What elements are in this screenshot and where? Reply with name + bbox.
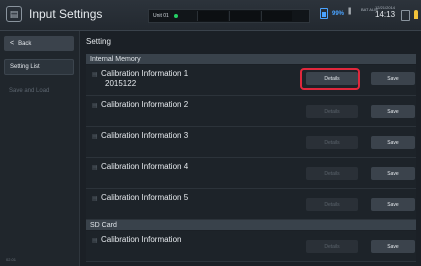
file-icon: ▤: [92, 196, 98, 202]
section-header-label: SD Card: [90, 221, 117, 229]
list-item: ▤ Calibration Information 2 Details Save: [86, 96, 416, 127]
save-button[interactable]: Save: [371, 198, 415, 211]
section-header-internal-memory: Internal Memory: [86, 54, 416, 64]
unit-label: Unit 01: [153, 13, 169, 19]
details-button[interactable]: Details: [306, 198, 358, 211]
input-settings-icon: ▤: [6, 6, 22, 22]
file-icon: ▤: [92, 134, 98, 140]
save-button[interactable]: Save: [371, 167, 415, 180]
save-button[interactable]: Save: [371, 72, 415, 85]
unit-status-dot: [173, 14, 178, 18]
clock: 12/21/2014 14:13: [375, 5, 395, 19]
pin-status: [414, 10, 418, 19]
unit-status-bar: Unit 01: [148, 9, 310, 23]
list-item: ▤ Calibration Information Details Save: [86, 231, 416, 262]
sidebar-item-label: Save and Load: [9, 88, 50, 94]
battery-status: 99%: [320, 8, 344, 19]
save-button[interactable]: Save: [371, 136, 415, 149]
sd-card-icon: [401, 10, 410, 21]
save-button[interactable]: Save: [371, 240, 415, 253]
details-button[interactable]: Details: [306, 136, 358, 149]
row-name: Calibration Information 5: [101, 193, 189, 202]
title-area: ▤ Input Settings: [6, 6, 102, 22]
signal-status: |||: [348, 8, 352, 15]
battery-icon: [320, 8, 328, 19]
time-text: 14:13: [375, 10, 396, 19]
sidebar: < Back Setting List Save and Load 02.01: [0, 31, 80, 266]
file-icon: ▤: [92, 103, 98, 109]
row-name: Calibration Information 1: [101, 69, 189, 78]
back-button[interactable]: < Back: [4, 36, 74, 51]
main-title: Setting: [86, 37, 111, 46]
back-label: Back: [18, 40, 32, 47]
title-bar: ▤ Input Settings Unit 01 99% ||| BAT ALM…: [0, 0, 421, 31]
chevron-left-icon: <: [10, 40, 15, 47]
file-icon: ▤: [92, 165, 98, 171]
sidebar-item-save-and-load[interactable]: Save and Load: [4, 83, 74, 99]
row-value: 2015122: [105, 79, 137, 88]
details-button[interactable]: Details: [306, 72, 358, 85]
version-text: 02.01: [6, 257, 17, 262]
row-name: Calibration Information 4: [101, 162, 189, 171]
unit-segment: [197, 11, 228, 21]
unit-segment: [229, 11, 260, 21]
details-button[interactable]: Details: [306, 167, 358, 180]
sidebar-item-setting-list[interactable]: Setting List: [4, 59, 74, 75]
file-icon: ▤: [92, 72, 98, 78]
save-button[interactable]: Save: [371, 105, 415, 118]
row-name: Calibration Information: [101, 235, 182, 244]
sidebar-item-label: Setting List: [10, 64, 40, 70]
page-title: Input Settings: [29, 7, 103, 21]
unit-segment: [261, 11, 292, 21]
file-icon: ▤: [92, 238, 98, 244]
row-name: Calibration Information 3: [101, 131, 189, 140]
details-button[interactable]: Details: [306, 240, 358, 253]
details-button[interactable]: Details: [306, 105, 358, 118]
main-panel: Setting Internal Memory ▤ Calibration In…: [80, 31, 421, 266]
battery-value: 99%: [332, 10, 345, 17]
list-item: ▤ Calibration Information 5 Details Save: [86, 189, 416, 220]
signal-bars-icon: |||: [348, 8, 352, 15]
section-header-label: Internal Memory: [90, 55, 141, 63]
list-item: ▤ Calibration Information 3 Details Save: [86, 127, 416, 158]
pin-icon: [414, 10, 418, 19]
list-item: ▤ Calibration Information 4 Details Save: [86, 158, 416, 189]
sd-status: [401, 10, 410, 21]
row-name: Calibration Information 2: [101, 100, 189, 109]
list-item: ▤ Calibration Information 1 2015122 Deta…: [86, 65, 416, 96]
section-header-sd-card: SD Card: [86, 220, 416, 230]
